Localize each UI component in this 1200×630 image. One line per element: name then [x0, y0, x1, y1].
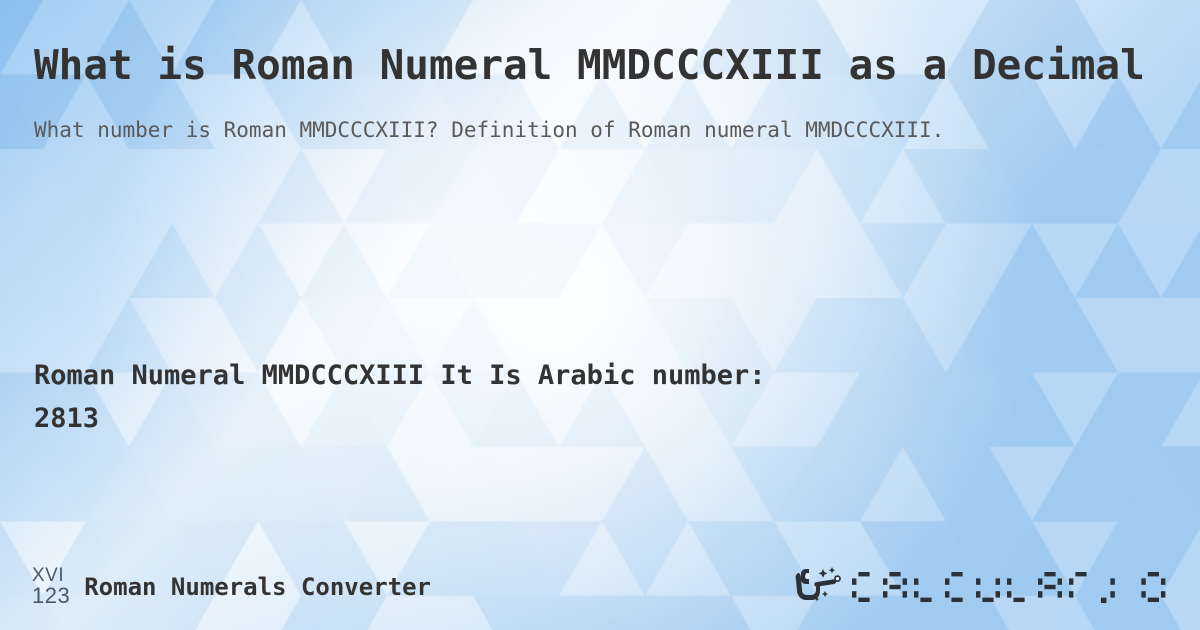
answer-block: Roman Numeral MMDCCCXIII It Is Arabic nu… [34, 355, 1174, 440]
page-content: What is Roman Numeral MMDCCCXIII as a De… [0, 0, 1200, 630]
page-subtitle: What number is Roman MMDCCCXIII? Definit… [34, 118, 945, 143]
answer-value: 2813 [34, 402, 100, 434]
page-title: What is Roman Numeral MMDCCCXIII as a De… [34, 41, 1145, 89]
answer-line-primary: Roman Numeral MMDCCCXIII It Is Arabic nu… [34, 360, 766, 391]
